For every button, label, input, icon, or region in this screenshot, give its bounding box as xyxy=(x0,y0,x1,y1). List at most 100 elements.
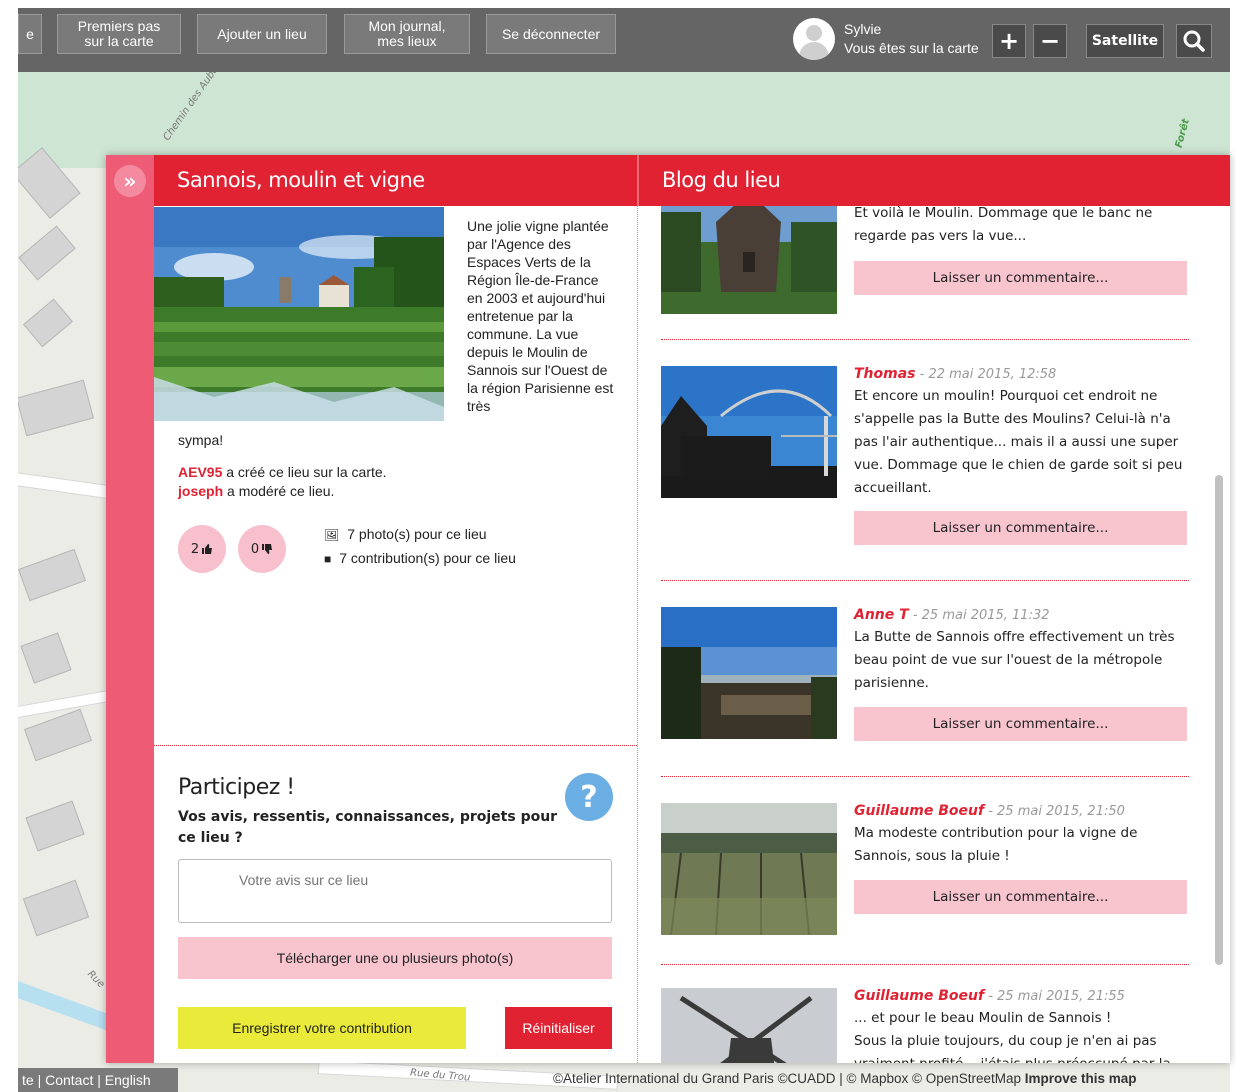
creator-link[interactable]: AEV95 xyxy=(178,464,222,480)
footer-separator: | xyxy=(97,1072,105,1088)
help-button[interactable]: ? xyxy=(565,773,613,821)
like-button[interactable]: 2 xyxy=(178,525,226,573)
blog-author[interactable]: Thomas xyxy=(854,366,916,382)
nav-button-my-journal[interactable]: Mon journal, mes lieux xyxy=(344,14,470,54)
view-photo-image xyxy=(661,607,837,739)
place-description-end: sympa! xyxy=(178,432,224,448)
map-attribution: ©Atelier International du Grand Paris ©C… xyxy=(553,1071,1137,1086)
blog-text: La Butte de Sannois offre effectivement … xyxy=(854,629,1175,691)
like-count: 2 xyxy=(190,541,200,557)
blog-author[interactable]: Guillaume Boeuf xyxy=(854,803,984,819)
leave-comment-button[interactable]: Laisser un commentaire... xyxy=(854,261,1187,295)
map-building xyxy=(18,225,76,281)
improve-map-link[interactable]: Improve this map xyxy=(1025,1071,1137,1086)
participate-divider xyxy=(154,745,637,746)
user-avatar[interactable] xyxy=(793,18,835,60)
map-building xyxy=(18,379,94,437)
leave-comment-button[interactable]: Laisser un commentaire... xyxy=(854,511,1187,545)
column-divider xyxy=(637,206,638,1063)
map-building xyxy=(20,632,72,684)
blog-separator xyxy=(661,776,1189,777)
opinion-textarea[interactable] xyxy=(178,859,612,923)
blog-date: - 25 mai 2015, 11:32 xyxy=(908,608,1050,623)
nav-button-previous[interactable]: e xyxy=(18,14,42,54)
reset-button[interactable]: Réinitialiser xyxy=(505,1007,612,1049)
contributions-stat[interactable]: ■ 7 contribution(s) pour ce lieu xyxy=(324,550,516,566)
blog-scrollbar[interactable] xyxy=(1215,475,1223,965)
creator-line: AEV95 a créé ce lieu sur la carte. xyxy=(178,464,387,480)
moderator-line: joseph a modéré ce lieu. xyxy=(178,483,334,499)
blog-meta: Guillaume Boeuf - 25 mai 2015, 21:50 xyxy=(854,803,1125,819)
comment-icon: ■ xyxy=(324,552,332,566)
blog-photo[interactable] xyxy=(661,206,837,314)
blog-photo[interactable] xyxy=(661,366,837,498)
satellite-button[interactable]: Satellite xyxy=(1086,24,1164,58)
blog-author[interactable]: Guillaume Boeuf xyxy=(854,988,984,1004)
attribution-text[interactable]: ©Atelier International du Grand Paris ©C… xyxy=(553,1071,1021,1086)
thumbs-down-icon xyxy=(262,544,273,554)
contributions-count: 7 contribution(s) pour ce lieu xyxy=(339,550,516,566)
blog-photo[interactable] xyxy=(661,803,837,935)
footer-link-contact[interactable]: Contact xyxy=(45,1072,93,1088)
blog-photo[interactable] xyxy=(661,988,837,1063)
blog-date: - 22 mai 2015, 12:58 xyxy=(915,367,1057,382)
double-chevron-right-icon: » xyxy=(123,169,137,193)
participate-title: Participez ! xyxy=(178,775,295,800)
windmill-rain-photo-image xyxy=(661,988,837,1063)
blog-title: Blog du lieu xyxy=(639,155,1230,206)
nav-button-logout[interactable]: Se déconnecter xyxy=(486,14,616,54)
map-building xyxy=(23,708,93,762)
vineyard-windmill-image xyxy=(154,207,444,421)
panel-sidebar xyxy=(106,155,154,1063)
footer-link-english[interactable]: English xyxy=(105,1072,151,1088)
place-photo[interactable] xyxy=(154,207,444,421)
place-description: Une jolie vigne plantée par l'Agence des… xyxy=(467,218,614,414)
photos-count: 7 photo(s) pour ce lieu xyxy=(347,526,487,542)
zoom-in-button[interactable]: + xyxy=(992,24,1026,58)
map-building xyxy=(23,298,73,348)
collapse-panel-button[interactable]: » xyxy=(114,165,146,197)
nav-button-add-place[interactable]: Ajouter un lieu xyxy=(197,14,327,54)
photos-stat[interactable]: 🖼 7 photo(s) pour ce lieu xyxy=(324,526,487,542)
blog-meta: Thomas - 22 mai 2015, 12:58 xyxy=(854,366,1056,382)
creator-text: a créé ce lieu sur la carte. xyxy=(226,464,387,480)
moderator-text: a modéré ce lieu. xyxy=(227,483,335,499)
blog-author[interactable]: Anne T xyxy=(854,607,909,623)
thumbs-up-icon xyxy=(202,544,213,554)
nav-button-first-steps[interactable]: Premiers pas sur la carte xyxy=(57,14,181,54)
map-water xyxy=(18,979,118,1033)
moderator-link[interactable]: joseph xyxy=(178,483,223,499)
photos-icon: 🖼 xyxy=(324,528,340,542)
leave-comment-button[interactable]: Laisser un commentaire... xyxy=(854,880,1187,914)
avatar-head-shape xyxy=(806,25,822,41)
footer-links: te | Contact | English xyxy=(18,1068,178,1092)
blog-meta: Anne T - 25 mai 2015, 11:32 xyxy=(854,607,1050,623)
rainy-vineyard-photo-image xyxy=(661,803,837,935)
blog-separator xyxy=(661,580,1189,581)
dislike-count: 0 xyxy=(250,541,260,557)
blog-text: ... et pour le beau Moulin de Sannois ! … xyxy=(854,1010,1171,1063)
question-icon: ? xyxy=(580,779,598,815)
zoom-out-button[interactable]: − xyxy=(1033,24,1067,58)
map-road xyxy=(18,469,119,501)
blog-date: - 25 mai 2015, 21:50 xyxy=(984,804,1125,819)
footer-link-map[interactable]: te xyxy=(22,1072,34,1088)
leave-comment-button[interactable]: Laisser un commentaire... xyxy=(854,707,1187,741)
windmill-photo-image xyxy=(661,206,837,314)
dislike-button[interactable]: 0 xyxy=(238,525,286,573)
avatar-body-shape xyxy=(799,42,829,60)
blog-photo[interactable] xyxy=(661,607,837,739)
blog-meta: Guillaume Boeuf - 25 mai 2015, 21:55 xyxy=(854,988,1125,1004)
blog-date: - 25 mai 2015, 21:55 xyxy=(984,989,1125,1004)
search-button[interactable] xyxy=(1176,24,1212,58)
save-contribution-button[interactable]: Enregistrer votre contribution xyxy=(178,1007,466,1049)
map-building xyxy=(18,548,87,602)
blog-text: Et encore un moulin! Pourquoi cet endroi… xyxy=(854,388,1183,496)
place-panel: » Sannois, moulin et vigne Blog du lieu … xyxy=(106,155,1230,1063)
blog-list[interactable]: Et voilà le Moulin. Dommage que le banc … xyxy=(639,206,1217,1063)
blog-text: Et voilà le Moulin. Dommage que le banc … xyxy=(854,206,1153,244)
blog-separator xyxy=(661,339,1189,340)
upload-photos-button[interactable]: Télécharger une ou plusieurs photo(s) xyxy=(178,937,612,979)
footer-separator: | xyxy=(37,1072,46,1088)
belvedere-photo-image xyxy=(661,366,837,498)
